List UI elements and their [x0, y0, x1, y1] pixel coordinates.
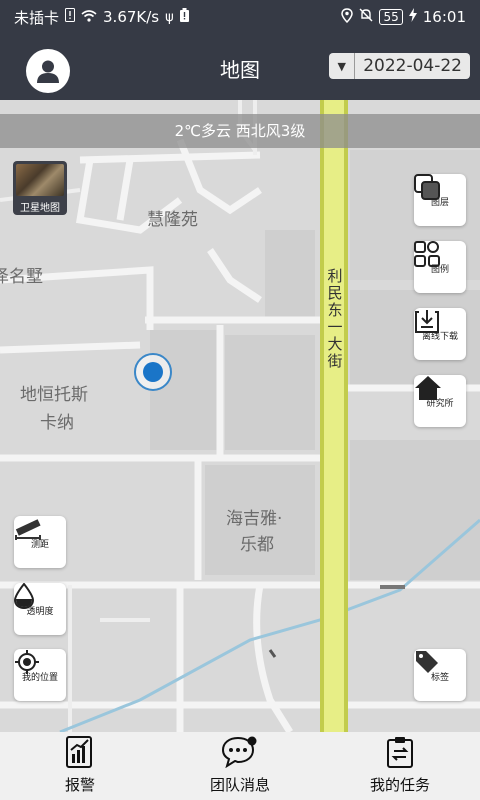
- weather-bar: 2℃多云 西北风3级: [0, 114, 480, 148]
- nav-item-team-messages[interactable]: 团队消息: [160, 732, 320, 800]
- layers-icon: [414, 174, 440, 200]
- measure-button[interactable]: 测距: [14, 516, 66, 568]
- sim-alert-icon: [65, 8, 76, 26]
- tag-icon: [416, 651, 438, 673]
- mute-bell-icon: [359, 8, 373, 26]
- date-picker[interactable]: ▼ 2022-04-22: [329, 53, 470, 79]
- map-label-ledu: 乐都: [240, 535, 274, 555]
- map-label-mingshu: 泽名墅: [0, 267, 43, 287]
- layers-button[interactable]: 图层: [414, 174, 466, 226]
- legend-icon: [414, 241, 440, 267]
- usb-icon: ψ: [165, 9, 174, 25]
- nav-item-my-tasks[interactable]: 我的任务: [320, 732, 480, 800]
- current-location-marker: [134, 353, 172, 391]
- satellite-label: 卫星地图: [20, 203, 60, 214]
- battery-alert-icon: [179, 8, 189, 26]
- satellite-thumbnail: [16, 164, 64, 196]
- nav-label-alarm: 报警: [64, 776, 95, 794]
- offline-download-button[interactable]: 离线下载: [414, 308, 466, 360]
- network-speed: 3.67K/s: [103, 8, 160, 26]
- institute-button[interactable]: 研究所: [414, 375, 466, 427]
- charging-icon: [408, 8, 417, 26]
- satellite-map-button[interactable]: 卫星地图: [13, 161, 67, 215]
- home-icon: [415, 376, 441, 400]
- nav-item-alarm[interactable]: 报警: [0, 732, 160, 800]
- map-label-huilongyuan: 慧隆苑: [147, 210, 198, 230]
- bottom-nav: 报警 团队消息 我的任务: [0, 732, 480, 800]
- download-icon: [415, 310, 439, 333]
- ruler-icon: [15, 519, 41, 540]
- app-header: 地图 ▼ 2022-04-22: [0, 34, 480, 100]
- tags-button[interactable]: 标签: [414, 649, 466, 701]
- alarm-chart-icon: [66, 736, 92, 768]
- nav-label-team-messages: 团队消息: [209, 776, 270, 794]
- wifi-icon: [81, 8, 97, 26]
- map-label-kana: 卡纳: [40, 413, 74, 433]
- carrier-text: 未插卡: [14, 8, 60, 27]
- chat-bubble-icon: [221, 736, 257, 768]
- map-label-haijiya: 海吉雅·: [226, 509, 283, 529]
- droplet-icon: [14, 583, 34, 609]
- my-location-button[interactable]: 我的位置: [14, 649, 66, 701]
- dropdown-arrow-icon[interactable]: ▼: [329, 53, 356, 79]
- crosshair-icon: [15, 650, 39, 674]
- nav-label-my-tasks: 我的任务: [369, 776, 430, 794]
- battery-level: 55: [379, 9, 403, 25]
- location-icon: [341, 7, 354, 27]
- clock-time: 16:01: [422, 8, 466, 26]
- date-value: 2022-04-22: [363, 56, 462, 76]
- status-bar: 未插卡 3.67K/s ψ 55 16:01: [0, 0, 480, 34]
- legend-button[interactable]: 图例: [414, 241, 466, 293]
- map-label-dihengtuosi: 地恒托斯: [20, 385, 88, 405]
- clipboard-icon: [387, 737, 413, 768]
- map-view[interactable]: 2℃多云 西北风3级 慧隆苑 泽名墅 地恒托斯 卡纳 海吉雅· 乐都 利民东一大…: [0, 100, 480, 732]
- map-label-road: 利民东一大街: [327, 267, 343, 370]
- opacity-button[interactable]: 透明度: [14, 583, 66, 635]
